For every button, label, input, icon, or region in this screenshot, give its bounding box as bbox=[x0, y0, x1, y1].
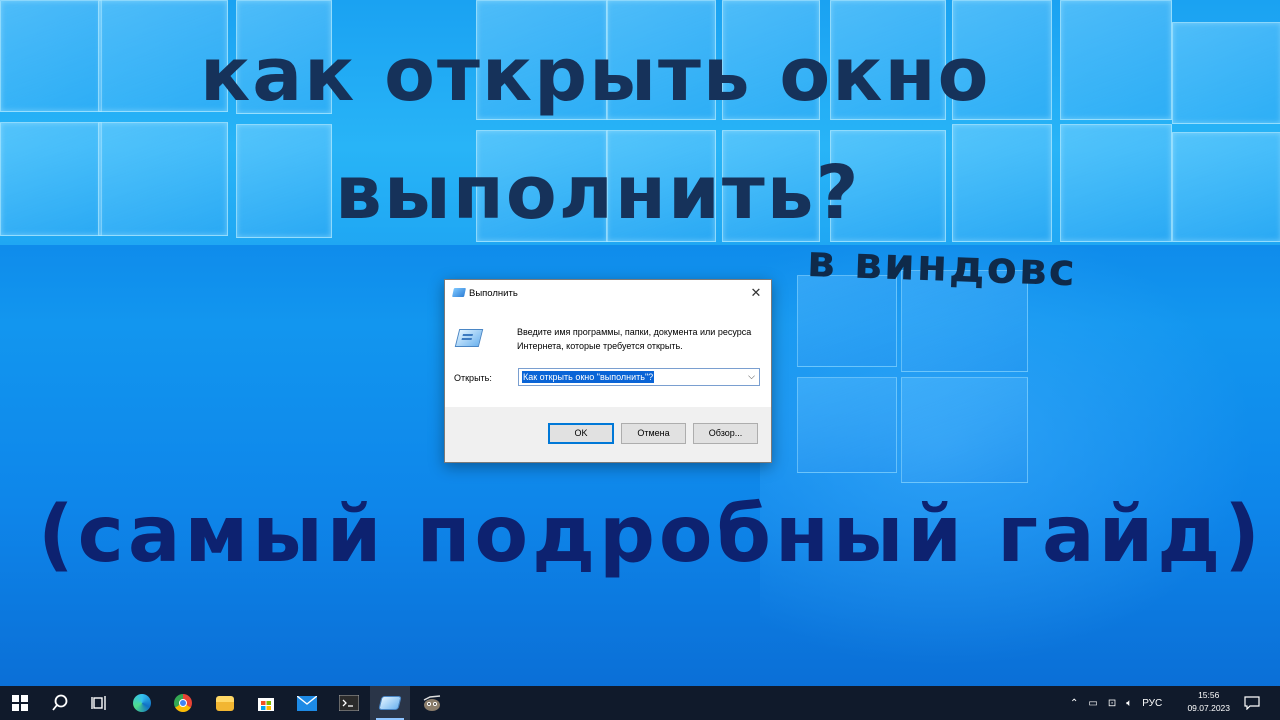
run-icon bbox=[452, 288, 466, 297]
battery-icon[interactable]: ▭ bbox=[1088, 698, 1097, 709]
mail-icon[interactable] bbox=[287, 686, 327, 720]
clock-time: 15:56 bbox=[1198, 690, 1220, 700]
task-view-icon[interactable] bbox=[80, 686, 120, 720]
headline-line-1: как открыть окно bbox=[200, 32, 991, 118]
language-indicator[interactable]: РУС bbox=[1142, 698, 1162, 709]
open-input[interactable]: Как открыть окно "выполнить"? ⌵ bbox=[518, 368, 760, 386]
run-dialog-footer: OK Отмена Обзор... bbox=[445, 407, 771, 462]
system-tray: ⌃ ▭ ⊡ 🔈︎ РУС bbox=[1070, 686, 1162, 720]
search-icon[interactable] bbox=[40, 686, 80, 720]
gimp-icon[interactable] bbox=[412, 686, 452, 720]
run-dialog-titlebar[interactable]: Выполнить ✕ bbox=[445, 280, 771, 307]
headline-line-2: выполнить? bbox=[335, 150, 861, 236]
windows-start-icon[interactable] bbox=[0, 686, 40, 720]
store-icon[interactable] bbox=[246, 686, 286, 720]
run-taskbar-icon[interactable] bbox=[370, 686, 410, 720]
chrome-icon[interactable] bbox=[163, 686, 203, 720]
chevron-up-icon[interactable]: ⌃ bbox=[1070, 698, 1078, 709]
run-app-icon bbox=[454, 329, 484, 347]
cancel-button[interactable]: Отмена bbox=[621, 423, 686, 444]
windows-logo-pane bbox=[901, 377, 1028, 483]
run-dialog: Выполнить ✕ Введите имя программы, папки… bbox=[444, 279, 772, 463]
open-input-value[interactable]: Как открыть окно "выполнить"? bbox=[522, 371, 655, 383]
volume-icon[interactable]: 🔈︎ bbox=[1126, 698, 1132, 709]
chevron-down-icon[interactable]: ⌵ bbox=[748, 371, 755, 382]
browse-button[interactable]: Обзор... bbox=[693, 423, 758, 444]
ok-button[interactable]: OK bbox=[548, 423, 614, 444]
clock[interactable]: 15:56 09.07.2023 bbox=[1187, 689, 1230, 715]
taskbar: ⌃ ▭ ⊡ 🔈︎ РУС 15:56 09.07.2023 bbox=[0, 686, 1280, 720]
windows-logo-pane bbox=[797, 377, 897, 473]
terminal-icon[interactable] bbox=[329, 686, 369, 720]
file-explorer-icon[interactable] bbox=[205, 686, 245, 720]
close-icon[interactable]: ✕ bbox=[747, 284, 765, 302]
run-dialog-description: Введите имя программы, папки, документа … bbox=[517, 327, 752, 351]
open-label: Открыть: bbox=[454, 373, 492, 383]
edge-icon[interactable] bbox=[122, 686, 162, 720]
headline-line-4: (самый подробный гайд) bbox=[38, 490, 1264, 580]
notifications-icon[interactable] bbox=[1244, 686, 1260, 720]
clock-date: 09.07.2023 bbox=[1187, 703, 1230, 713]
network-icon[interactable]: ⊡ bbox=[1108, 698, 1116, 709]
headline-line-3: в виндовс bbox=[806, 236, 1078, 297]
run-dialog-title: Выполнить bbox=[469, 288, 518, 299]
